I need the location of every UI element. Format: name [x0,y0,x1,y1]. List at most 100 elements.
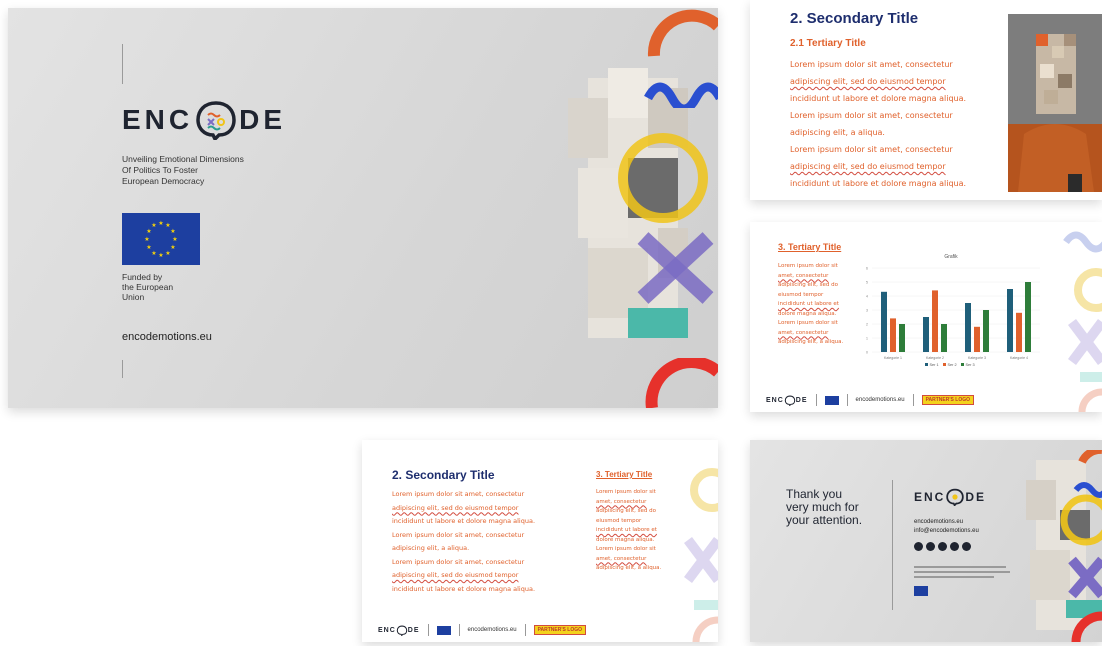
footer-website[interactable]: encodemotions.eu [468,627,517,633]
cover-subtitle: Unveiling Emotional Dimensions Of Politi… [122,154,244,187]
eu-stars-icon: ★ ★★★ ★★★★ ★★★★ [144,220,177,259]
svg-text:★: ★ [144,236,149,243]
contact-website[interactable]: encodemotions.eu [914,518,979,527]
cover-top-divider [122,44,123,84]
youtube-icon[interactable] [950,542,959,551]
svg-text:★: ★ [151,222,156,229]
bar-chart: Grafik 0 1 2 3 4 5 6 Kategorie 1 Kategorie 2 Kateg… [866,254,1040,367]
body-line: Lorem ipsum dolor sit amet, consectetur [790,145,953,154]
thank-you-slide[interactable]: Thank you very much for your attention. … [750,440,1102,642]
body-line: adipiscing elit, sed do eiusmod tempor [790,77,946,86]
body-line: Lorem ipsum dolor sit amet, consectetur [392,557,525,566]
slide-body: Lorem ipsum dolor sit amet, consectetur … [778,262,843,348]
x-tick-label: Kategorie 2 [926,356,944,360]
instagram-icon[interactable] [926,542,935,551]
body-line: adipiscing elit, sed do [778,282,838,288]
chart-bar [890,318,896,352]
chart-bar [881,291,887,352]
svg-text:★: ★ [146,228,151,235]
x-tick-label: Kategorie 1 [884,356,902,360]
side-line: amet, consectetur [596,555,647,562]
cover-website[interactable]: encodemotions.eu [122,331,212,343]
chart-bar [1025,282,1031,352]
slide-title: 2. Secondary Title [392,468,495,482]
body-line: adipiscing elit, a aliqua. [778,339,844,345]
faded-shapes-decoration [684,468,718,642]
legend-label: Ser 2 [948,363,957,367]
chart-bar [1007,289,1013,352]
funded-by-text: Funded by the European Union [122,272,173,302]
secondary-title-slide[interactable]: 2. Secondary Title 2.1 Tertiary Title Lo… [750,0,1102,200]
blue-wave-decoration [644,82,718,108]
thank-you-text: Thank you very much for your attention. [786,488,862,527]
eu-flag: ★ ★ ★ ★ ★ ★ ★ ★ ★ ★ ★ ★ [122,213,200,265]
footer-logo: ENC DE [378,625,420,636]
side-line: Lorem ipsum dolor sit [596,546,656,552]
facebook-icon[interactable] [914,542,923,551]
chart-bar [1016,312,1022,352]
chart-bar [965,303,971,352]
cover-slide[interactable]: ENC DE Unveiling Emotional Dimensions Of… [8,8,718,408]
legend-swatch [961,363,964,366]
body-line: adipiscing elit, sed do eiusmod tempor [790,162,946,171]
twitter-icon[interactable] [962,542,971,551]
body-line: incididunt ut labore et dolore magna ali… [790,94,967,103]
encode-logo: ENC DE [914,488,986,506]
footer-separator [846,394,848,406]
y-tick-label: 1 [866,337,868,341]
svg-text:★: ★ [170,244,175,251]
y-tick-label: 0 [866,351,868,355]
disclaimer-text [914,566,1010,578]
slide-subtitle: 2.1 Tertiary Title [790,38,866,49]
footer-separator [458,624,460,636]
logo-text-left: ENC [122,104,194,135]
linkedin-icon[interactable] [938,542,947,551]
two-column-slide[interactable]: 2. Secondary Title 3. Tertiary Title Lor… [362,440,718,642]
body-line: dolore magna aliqua. [778,310,837,317]
slide-footer: ENC DE encodemotions.eu PARTNER'S LOGO [766,394,974,406]
legend-swatch [943,363,946,366]
svg-text:★: ★ [165,250,170,257]
slide-body: Lorem ipsum dolor sit amet, consectetur … [790,56,966,192]
chart-slide[interactable]: 3. Tertiary Title Lorem ipsum dolor sit … [750,222,1102,412]
footer-separator [524,624,526,636]
svg-text:★: ★ [172,236,177,243]
red-arc-decoration [645,358,718,408]
funded-line: the European [122,282,174,292]
side-line: Lorem ipsum dolor sit [596,489,656,495]
social-icons [914,542,971,551]
orange-arc-decoration [647,9,718,57]
partner-logo-placeholder: PARTNER'S LOGO [921,395,974,405]
footer-eu-flag [436,625,451,635]
side-column: Lorem ipsum dolor sit amet, consectetur … [596,488,661,574]
y-tick-label: 2 [866,323,868,327]
body-line: Lorem ipsum dolor sit amet, consectetur [790,111,953,120]
svg-text:★: ★ [146,244,151,251]
body-line: amet, consectetur [778,272,829,279]
eu-flag-small [914,586,928,596]
footer-website[interactable]: encodemotions.eu [856,397,905,403]
portrait-image [1008,14,1102,192]
thank-you-divider [892,480,893,610]
svg-text:★: ★ [170,228,175,235]
contact-email[interactable]: info@encodemotions.eu [914,527,979,536]
footer-separator [427,624,429,636]
y-tick-label: 3 [866,309,868,313]
legend-label: Ser 1 [930,363,939,367]
faded-shapes-decoration [1063,231,1102,412]
side-line: incididunt ut labore et [596,527,657,533]
chart-bar [923,317,929,352]
logo-text-right: DE [965,490,987,504]
logo-head-icon [396,625,407,636]
footer-separator [912,394,914,406]
chart-bar [983,310,989,352]
encode-logo: ENC DE [122,100,286,140]
y-tick-label: 4 [866,295,868,299]
body-line: Lorem ipsum dolor sit [778,263,838,269]
body-line: adipiscing elit, sed do eiusmod tempor [392,571,519,579]
logo-text-right: DE [239,104,287,135]
sculpture-head-image [1026,450,1102,642]
logo-text-left: ENC [914,490,946,504]
body-line: eiusmod tempor [778,291,824,298]
chart-bar [899,324,905,352]
